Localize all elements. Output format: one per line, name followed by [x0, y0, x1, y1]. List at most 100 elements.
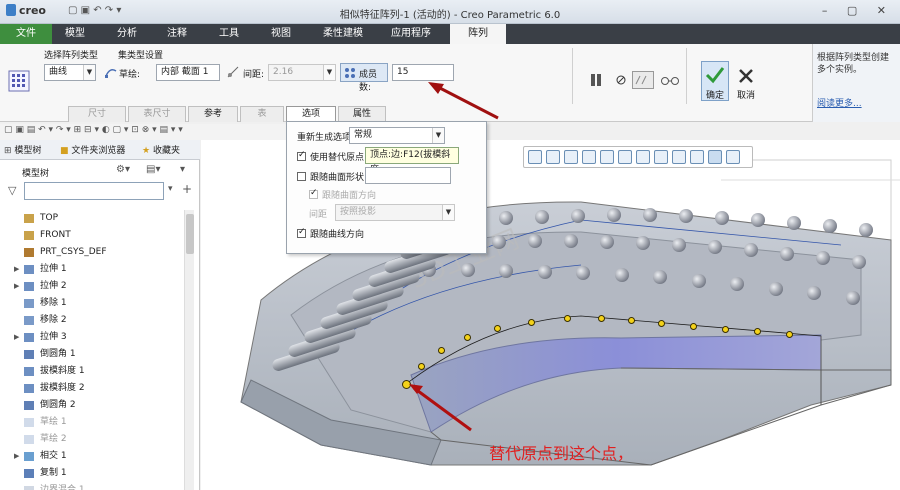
tab-applications[interactable]: 应用程序: [382, 24, 440, 44]
members-input[interactable]: 15: [392, 64, 454, 81]
tab-tools[interactable]: 工具: [206, 24, 252, 44]
tree-item[interactable]: 倒圆角 2: [0, 397, 183, 414]
tab-view[interactable]: 视图: [258, 24, 304, 44]
alt-origin-field[interactable]: 顶点:边:F12(拔模斜度: [365, 147, 459, 175]
tree-settings-icon[interactable]: ⚙▾: [116, 164, 130, 175]
curve-point[interactable]: [493, 324, 501, 332]
tab-pattern[interactable]: 阵列: [450, 24, 506, 44]
tree-item[interactable]: 拔模斜度 1: [0, 363, 183, 380]
curve-point[interactable]: [785, 330, 793, 338]
refit-icon[interactable]: [528, 150, 542, 164]
follow-surface-direction-checkbox: [309, 188, 318, 199]
no-preview-icon: [616, 75, 626, 85]
zoom-in-icon[interactable]: [546, 150, 560, 164]
tree-item[interactable]: ▶ 拉伸 2: [0, 278, 183, 295]
repaint-icon[interactable]: [582, 150, 596, 164]
expand-arrow-icon[interactable]: ▶: [14, 329, 19, 346]
subtab-options[interactable]: 选项: [286, 106, 336, 122]
tree-search-input[interactable]: [24, 182, 164, 200]
curve-point[interactable]: [721, 325, 729, 333]
follow-surface-shape-row[interactable]: 跟随曲面形状: [297, 170, 364, 183]
display-style-icon[interactable]: [600, 150, 614, 164]
follow-curve-direction-checkbox[interactable]: [297, 227, 306, 238]
curve-point[interactable]: [627, 316, 635, 324]
zoom-out-icon[interactable]: [564, 150, 578, 164]
window-controls[interactable]: – ▢ ✕: [822, 4, 894, 17]
tab-annotate[interactable]: 注释: [154, 24, 200, 44]
curve-point[interactable]: [437, 346, 445, 354]
tree-item[interactable]: 拔模斜度 2: [0, 380, 183, 397]
follow-curve-direction-row[interactable]: 跟随曲线方向: [297, 227, 364, 240]
alternate-origin-point[interactable]: [401, 379, 411, 389]
add-filter-icon[interactable]: +: [182, 182, 192, 196]
tree-item[interactable]: 复制 1: [0, 465, 183, 482]
follow-surface-shape-checkbox[interactable]: [297, 172, 306, 181]
subtab-references[interactable]: 参考: [188, 106, 238, 122]
model-tree-header: 模型树 ⚙▾ ▤▾ ▾: [4, 164, 196, 180]
tree-more-icon[interactable]: ▾: [180, 164, 185, 175]
tree-item[interactable]: ▶ 相交 1: [0, 448, 183, 465]
tree-scrollbar[interactable]: [184, 210, 194, 490]
ok-label: 确定: [705, 91, 724, 101]
tab-folder-browser[interactable]: ■ 文件夹浏览器: [60, 143, 125, 156]
tree-item[interactable]: 边界混合 1: [0, 482, 183, 490]
curve-point[interactable]: [597, 314, 605, 322]
saved-views-icon[interactable]: [618, 150, 632, 164]
tree-item[interactable]: PRT_CSYS_DEF: [0, 244, 183, 261]
tree-item[interactable]: ▶ 拉伸 1: [0, 261, 183, 278]
scroll-thumb[interactable]: [186, 214, 194, 254]
datum-plane-icon: [24, 214, 34, 223]
perspective-icon[interactable]: [654, 150, 668, 164]
section-icon[interactable]: [672, 150, 686, 164]
verify-button[interactable]: [632, 71, 654, 89]
curve-point[interactable]: [463, 333, 471, 341]
follow-surface-field[interactable]: [365, 167, 451, 184]
pattern-type-select[interactable]: 曲线 ▼: [44, 64, 96, 81]
tab-model[interactable]: 模型: [52, 24, 98, 44]
members-toggle-button[interactable]: 成员数:: [340, 63, 388, 93]
tree-item[interactable]: 草绘 2: [0, 431, 183, 448]
pause-button[interactable]: [588, 72, 604, 88]
tree-item[interactable]: FRONT: [0, 227, 183, 244]
search-options-icon[interactable]: ▾: [168, 184, 173, 194]
subtab-properties[interactable]: 属性: [338, 106, 386, 122]
tree-item[interactable]: ▶ 拉伸 3: [0, 329, 183, 346]
datum-display-icon[interactable]: [690, 150, 704, 164]
tree-item[interactable]: 移除 1: [0, 295, 183, 312]
curve-point[interactable]: [753, 327, 761, 335]
graphics-toolbar-left[interactable]: ▢ ▣ ▤ ↶ ▾ ↷ ▾ ⊞ ⊟ ▾ ◐ ▢ ▾ ⊡ ⊗ ▾ ▤ ▾ ▾: [0, 124, 290, 140]
sketch-field[interactable]: 内部 截面 1: [156, 64, 220, 81]
tab-model-tree[interactable]: ⊞ 模型树: [4, 143, 41, 156]
tree-item[interactable]: 移除 2: [0, 312, 183, 329]
glasses-button[interactable]: [660, 73, 680, 87]
tab-file[interactable]: 文件: [0, 24, 52, 44]
ok-button[interactable]: 确定: [701, 61, 729, 101]
tree-item[interactable]: TOP: [0, 210, 183, 227]
tab-favorites[interactable]: ★ 收藏夹: [142, 143, 180, 156]
curve-point[interactable]: [657, 319, 665, 327]
expand-arrow-icon[interactable]: ▶: [14, 261, 19, 278]
intersect-icon: [24, 452, 34, 461]
tree-item-label: 复制 1: [40, 468, 67, 478]
spin-center-icon[interactable]: [726, 150, 740, 164]
cancel-button[interactable]: 取消: [733, 62, 759, 101]
tab-analysis[interactable]: 分析: [104, 24, 150, 44]
curve-point[interactable]: [417, 362, 425, 370]
curve-point[interactable]: [527, 318, 535, 326]
regen-select[interactable]: 常规 ▼: [349, 127, 445, 144]
no-preview-button[interactable]: [614, 73, 628, 87]
tab-flexible-modeling[interactable]: 柔性建模: [314, 24, 372, 44]
tree-columns-icon[interactable]: ▤▾: [146, 164, 160, 175]
read-more-link[interactable]: 阅读更多...: [817, 96, 862, 109]
view-manager-icon[interactable]: [636, 150, 650, 164]
alt-origin-checkbox[interactable]: [297, 150, 306, 161]
curve-point[interactable]: [563, 314, 571, 322]
expand-arrow-icon[interactable]: ▶: [14, 278, 19, 295]
tree-item[interactable]: 倒圆角 1: [0, 346, 183, 363]
curve-point[interactable]: [689, 322, 697, 330]
annotation-display-icon[interactable]: [708, 150, 722, 164]
filter-icon[interactable]: ▽: [8, 184, 16, 197]
expand-arrow-icon[interactable]: ▶: [14, 448, 19, 465]
tree-item[interactable]: 草绘 1: [0, 414, 183, 431]
alt-origin-row[interactable]: 使用替代原点: [297, 150, 364, 163]
